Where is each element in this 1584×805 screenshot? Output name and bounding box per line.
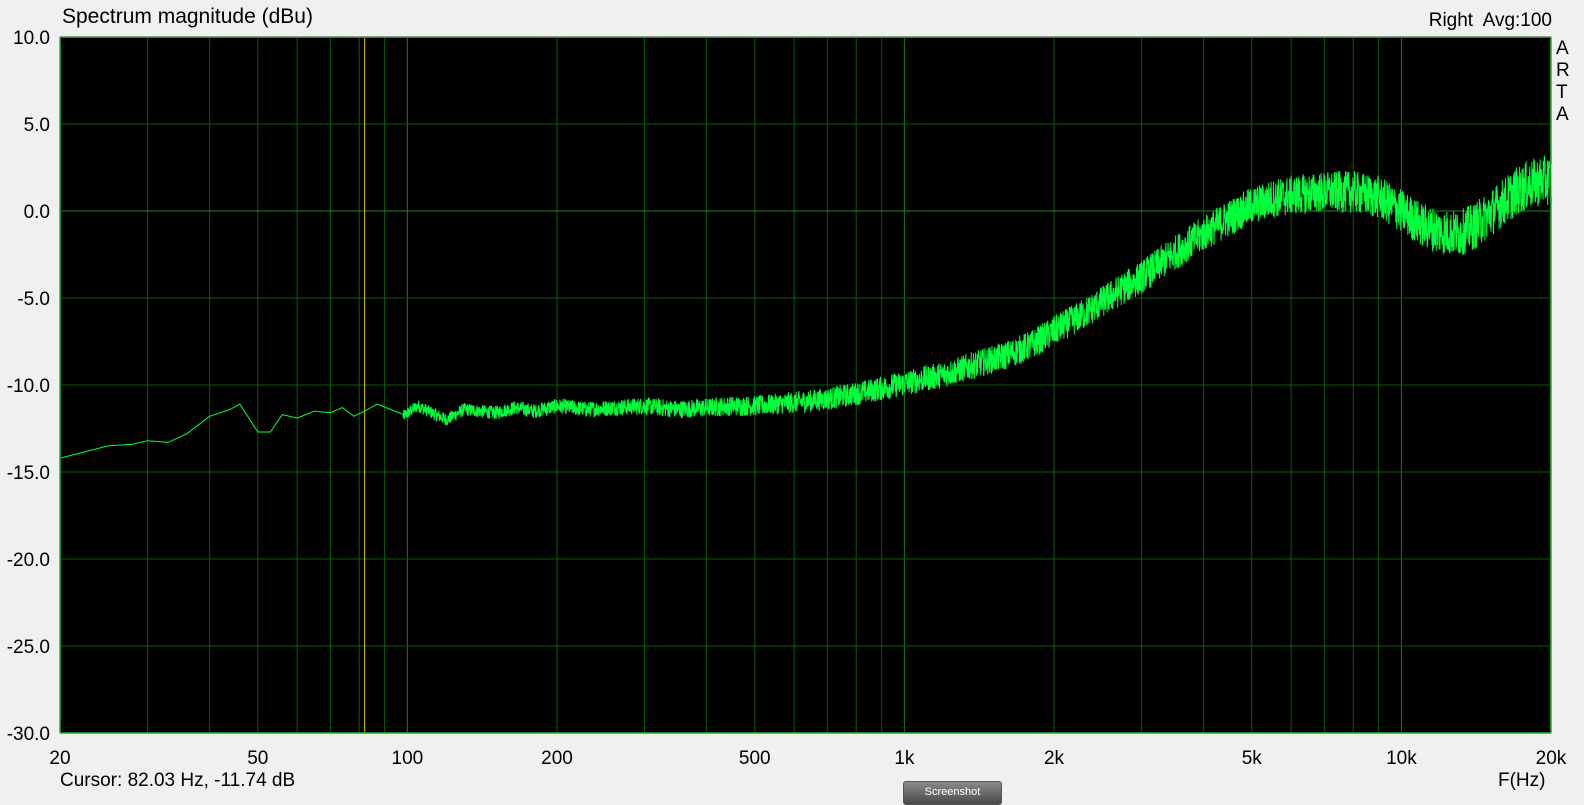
y-tick-label: -20.0 xyxy=(7,550,50,571)
y-tick-labels: 10.0 5.0 0.0 -5.0 -10.0 -15.0 -20.0 -25.0 -30.0 xyxy=(7,28,50,745)
y-tick-label: -25.0 xyxy=(7,637,50,658)
x-tick-label: 20 xyxy=(49,748,70,769)
x-tick-label: 2k xyxy=(1044,748,1065,769)
x-tick-label: 200 xyxy=(541,748,573,769)
y-tick-label: -5.0 xyxy=(17,289,50,310)
x-axis-unit: F(Hz) xyxy=(1498,770,1546,791)
x-tick-label: 5k xyxy=(1242,748,1263,769)
x-tick-label: 10k xyxy=(1386,748,1417,769)
y-tick-label: -10.0 xyxy=(7,376,50,397)
x-tick-label: 500 xyxy=(739,748,771,769)
y-tick-label: -15.0 xyxy=(7,463,50,484)
x-tick-label: 20k xyxy=(1536,748,1567,769)
x-tick-label: 100 xyxy=(392,748,424,769)
x-tick-label: 50 xyxy=(247,748,268,769)
y-tick-label: 0.0 xyxy=(24,202,50,223)
y-tick-label: -30.0 xyxy=(7,724,50,745)
cursor-readout: Cursor: 82.03 Hz, -11.74 dB xyxy=(60,770,296,791)
y-tick-label: 10.0 xyxy=(13,28,50,49)
screenshot-button[interactable]: Screenshot xyxy=(903,781,1002,805)
x-tick-label: 1k xyxy=(894,748,915,769)
x-tick-labels: 20 50 100 200 500 1k 2k 5k 10k 20k xyxy=(49,748,1566,769)
spectrum-plot[interactable]: 10.05.00.0-5.0-10.0-15.0-20.0-25.0-30.0 … xyxy=(0,0,1584,801)
y-tick-label: 5.0 xyxy=(24,115,50,136)
